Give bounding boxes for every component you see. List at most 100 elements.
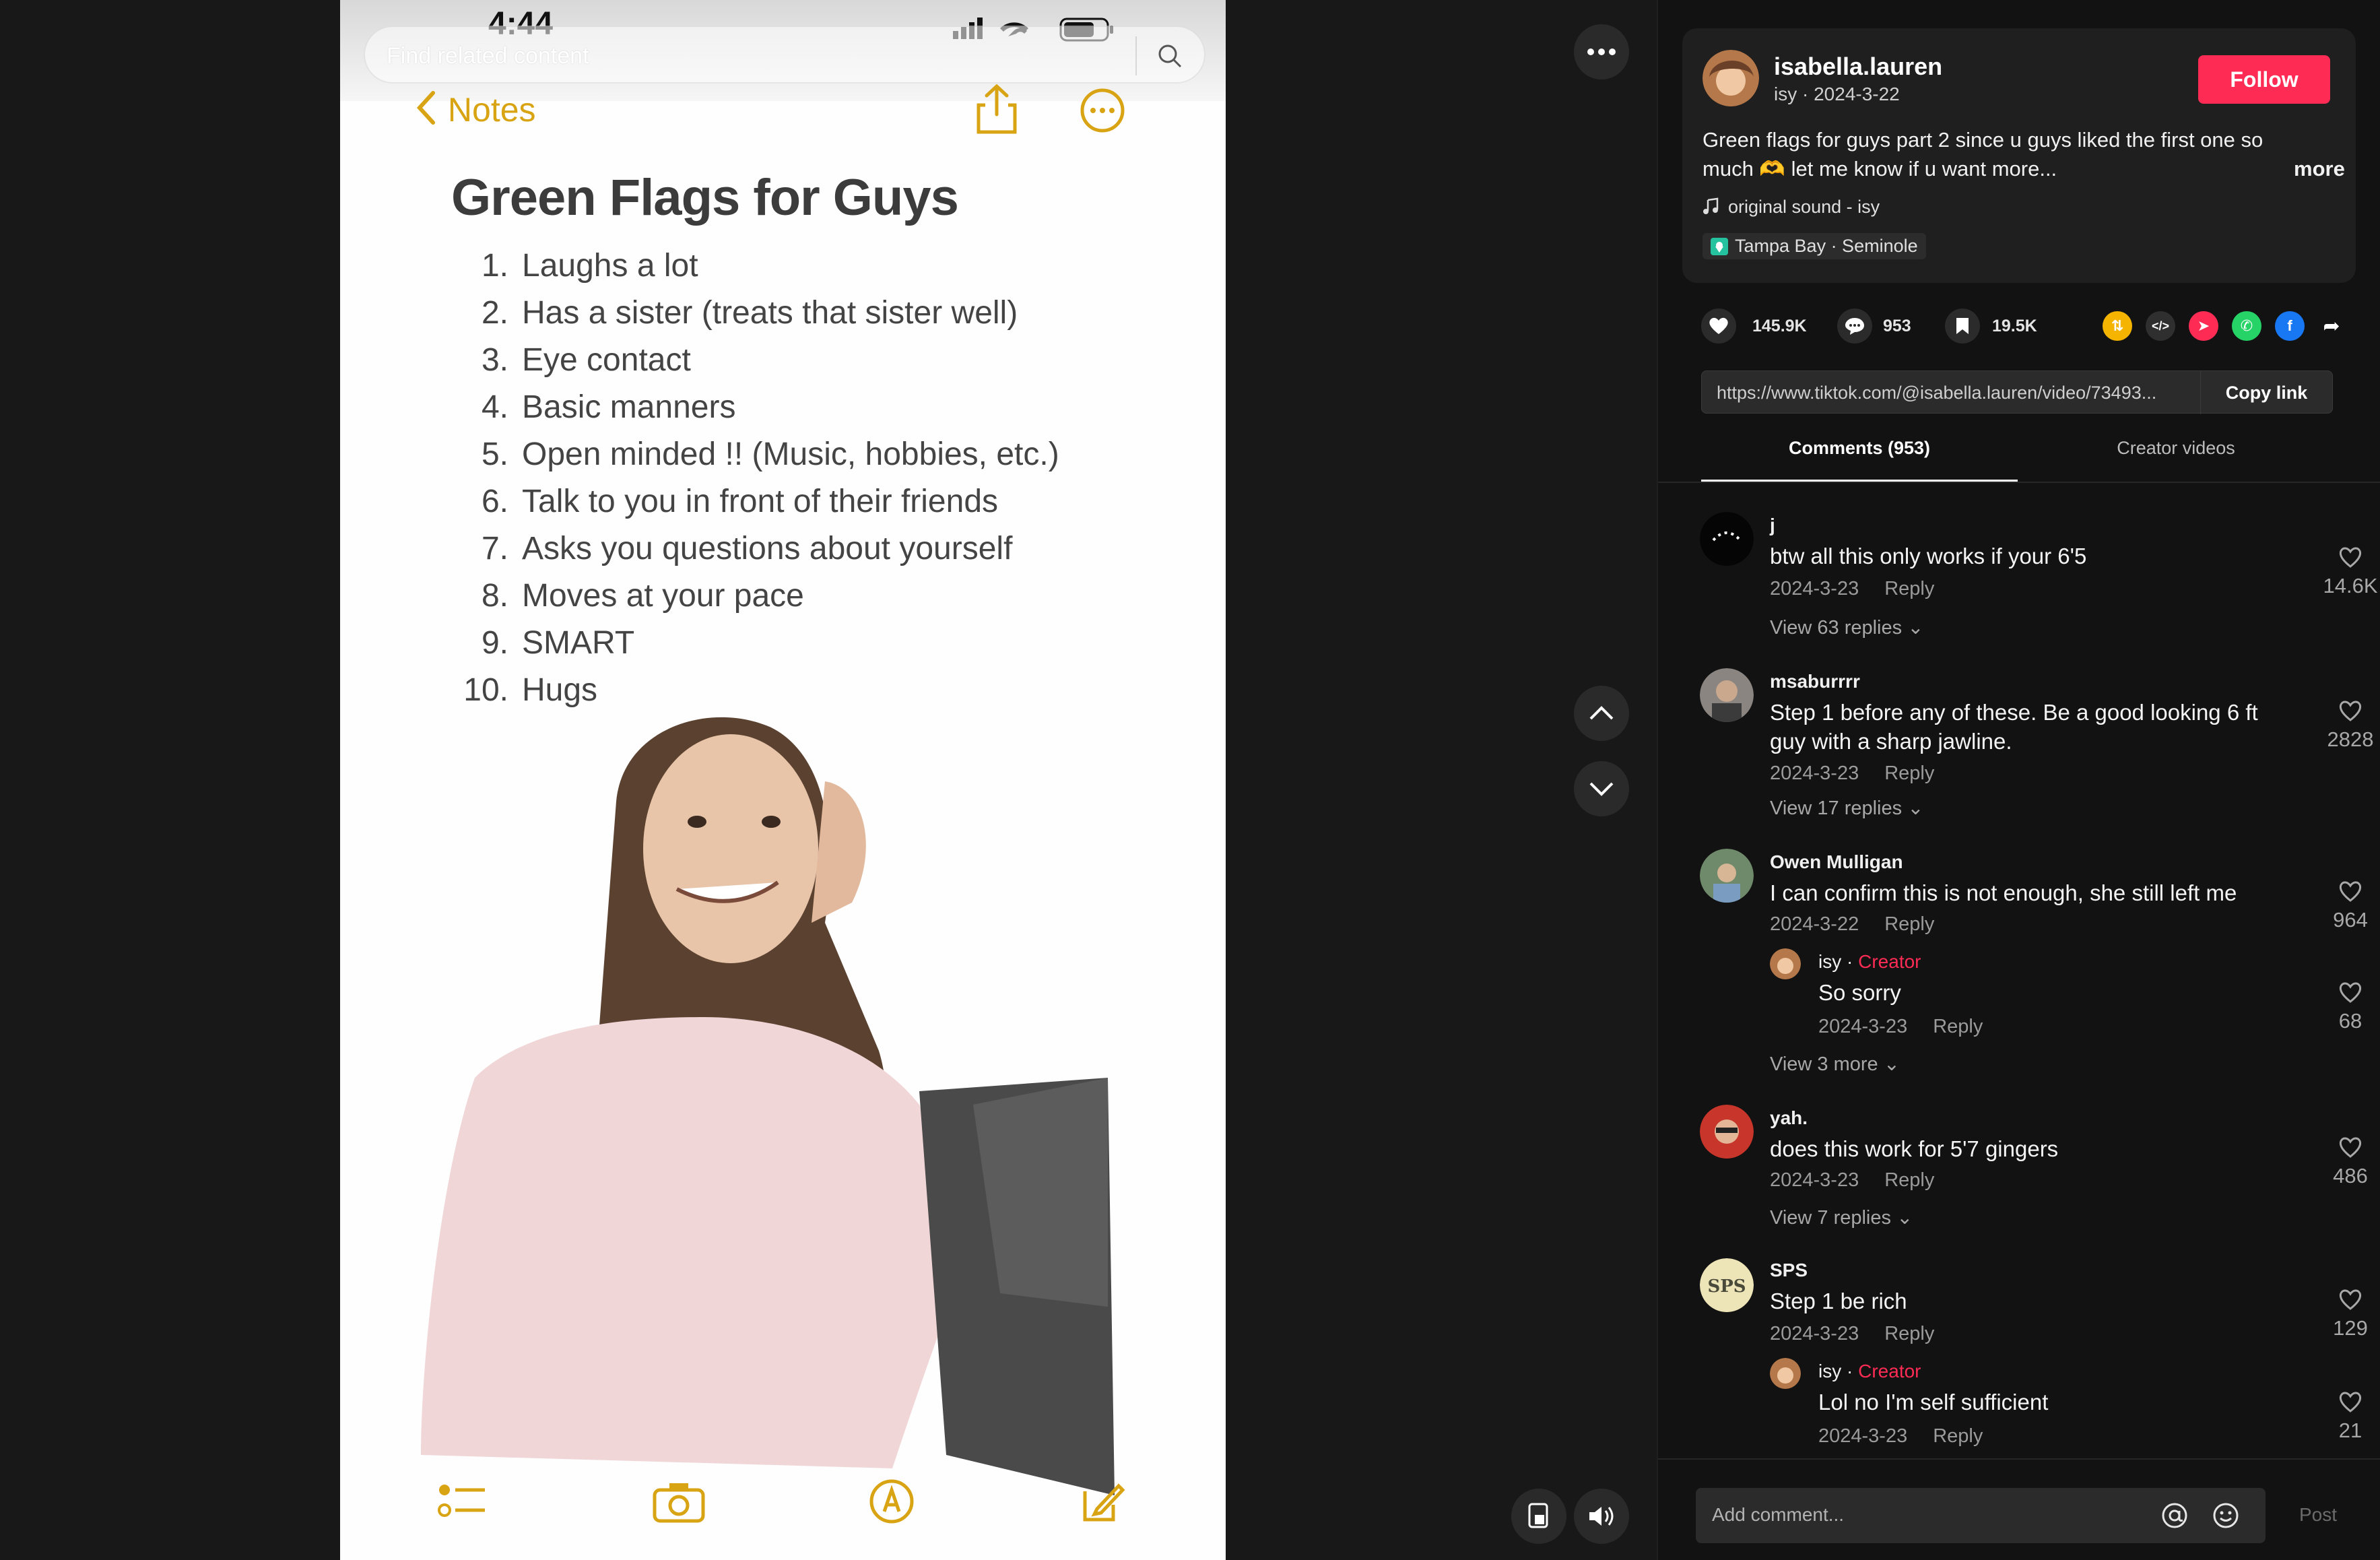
volume-icon [1589, 1507, 1614, 1526]
comment-username[interactable]: SPS [1770, 1260, 1808, 1281]
reply-button[interactable]: Reply [1933, 1016, 1983, 1037]
comment-meta: 2024-3-22 Reply [1770, 913, 1934, 936]
tab-comments[interactable]: Comments (953) [1701, 438, 2018, 459]
chevron-down-icon: ⌄ [1907, 798, 1924, 819]
commenter-avatar[interactable] [1700, 1105, 1754, 1159]
reply-date: 2024-3-23 [1818, 1425, 1908, 1447]
previous-video-button[interactable] [1574, 686, 1629, 741]
reply-username[interactable]: isy · Creator [1818, 951, 1921, 973]
more-circle-icon [1080, 88, 1125, 133]
facebook-icon[interactable]: f [2275, 311, 2305, 341]
comment-like-button[interactable]: 2828 [2317, 699, 2380, 752]
embed-code-icon[interactable]: </> [2146, 311, 2175, 341]
share-arrow-icon[interactable]: ➦ [2317, 311, 2346, 341]
reply-avatar[interactable] [1770, 1358, 1801, 1389]
copy-link-button[interactable]: Copy link [2200, 371, 2332, 414]
heart-outline-icon [2317, 1390, 2380, 1419]
reply-like-count: 68 [2338, 1009, 2362, 1033]
reply-like-button[interactable]: 21 [2317, 1390, 2380, 1443]
comment-like-button[interactable]: 964 [2317, 880, 2380, 932]
video-area: 4:44 Find related content Notes Green Fl… [0, 0, 1657, 1560]
comment-username[interactable]: msaburrrr [1770, 671, 1860, 692]
creator-person-image [421, 717, 1115, 1495]
reply-meta: 2024-3-23 Reply [1818, 1016, 1983, 1038]
comment-username[interactable]: Owen Mulligan [1770, 851, 1903, 873]
tab-creator-videos[interactable]: Creator videos [2018, 438, 2334, 459]
reply-avatar[interactable] [1770, 948, 1801, 979]
markup-pen-icon [869, 1479, 914, 1524]
comment-like-count: 2828 [2327, 727, 2374, 751]
sound-link[interactable]: original sound - isy [1703, 197, 1880, 218]
author-subline: isy · 2024-3-22 [1774, 84, 1900, 104]
note-item: 8. Moves at your pace [481, 578, 804, 614]
reply-button[interactable]: Reply [1884, 1169, 1934, 1191]
view-replies-button[interactable]: View 17 replies ⌄ [1770, 796, 1924, 820]
author-avatar[interactable] [1703, 50, 1759, 106]
comment-date: 2024-3-23 [1770, 578, 1859, 599]
comment-like-button[interactable]: 486 [2317, 1136, 2380, 1188]
commenter-avatar[interactable]: SPS [1700, 1258, 1754, 1312]
video-player[interactable]: 4:44 Find related content Notes Green Fl… [340, 0, 1226, 1560]
post-comment-button[interactable]: Post [2299, 1504, 2337, 1526]
comment-input[interactable]: Add comment... [1696, 1488, 2266, 1543]
commenter-avatar[interactable] [1700, 849, 1754, 903]
video-link-box: https://www.tiktok.com/@isabella.lauren/… [1701, 370, 2333, 414]
location-label: Tampa Bay · Seminole [1735, 236, 1918, 256]
chevron-down-icon [1589, 782, 1614, 796]
comment-like-button[interactable]: 129 [2317, 1288, 2380, 1340]
reply-button[interactable]: Reply [1884, 913, 1934, 935]
send-to-friends-icon[interactable]: ➤ [2189, 311, 2218, 341]
reply-button[interactable]: Reply [1884, 578, 1934, 599]
notes-back-link: Notes [414, 89, 536, 129]
volume-button[interactable] [1574, 1489, 1629, 1544]
search-input[interactable]: Find related content [364, 26, 1205, 84]
floating-player-button[interactable] [1511, 1489, 1566, 1544]
like-count: 145.9K [1752, 317, 1807, 335]
heart-outline-icon [2317, 880, 2380, 908]
view-replies-button[interactable]: View 63 replies ⌄ [1770, 616, 1924, 639]
reply-date: 2024-3-23 [1818, 1016, 1908, 1037]
note-item: 7. Asks you questions about yourself [481, 531, 1013, 566]
chevron-down-icon: ⌄ [1896, 1207, 1913, 1229]
whatsapp-icon[interactable]: ✆ [2232, 311, 2261, 341]
more-options-button[interactable] [1574, 24, 1629, 79]
comment-like-count: 14.6K [2323, 574, 2378, 597]
author-username[interactable]: isabella.lauren [1774, 53, 1942, 81]
reply-button[interactable]: Reply [1884, 1323, 1934, 1344]
like-stat[interactable] [1701, 308, 1736, 344]
chevron-down-icon: ⌄ [1883, 1053, 1900, 1075]
description-more-link[interactable]: more [2294, 154, 2345, 183]
comment-username[interactable]: j [1770, 515, 1775, 536]
follow-button[interactable]: Follow [2198, 55, 2330, 104]
note-item: 6. Talk to you in front of their friends [481, 484, 999, 519]
comment-like-count: 486 [2333, 1164, 2368, 1188]
save-stat[interactable] [1945, 308, 1980, 344]
repost-icon[interactable]: ⇅ [2103, 311, 2132, 341]
view-more-button[interactable]: View 3 more ⌄ [1770, 1052, 1900, 1076]
location-tag[interactable]: Tampa Bay · Seminole [1703, 233, 1926, 259]
note-item: 2. Has a sister (treats that sister well) [481, 295, 1018, 331]
search-divider [1135, 36, 1137, 75]
comment-like-button[interactable]: 14.6K [2317, 546, 2380, 598]
heart-outline-icon [2317, 1136, 2380, 1164]
emoji-icon[interactable] [2212, 1501, 2240, 1530]
view-replies-button[interactable]: View 7 replies ⌄ [1770, 1206, 1913, 1229]
comment-like-count: 129 [2333, 1316, 2368, 1340]
reply-like-button[interactable]: 68 [2317, 981, 2380, 1033]
search-icon[interactable] [1156, 42, 1184, 70]
commenter-avatar[interactable] [1700, 668, 1754, 722]
comment-count: 953 [1883, 317, 1911, 335]
mention-icon[interactable] [2160, 1501, 2189, 1530]
commenter-avatar[interactable] [1700, 512, 1754, 566]
comment-stat[interactable] [1837, 308, 1872, 344]
reply-username[interactable]: isy · Creator [1818, 1361, 1921, 1382]
note-item: 3. Eye contact [481, 342, 691, 378]
next-video-button[interactable] [1574, 761, 1629, 816]
comment-like-count: 964 [2333, 908, 2368, 932]
reply-button[interactable]: Reply [1933, 1425, 1983, 1447]
video-url[interactable]: https://www.tiktok.com/@isabella.lauren/… [1717, 383, 2202, 403]
comment-date: 2024-3-23 [1770, 762, 1859, 784]
reply-button[interactable]: Reply [1884, 762, 1934, 784]
comment-meta: 2024-3-23 Reply [1770, 762, 1934, 785]
comment-username[interactable]: yah. [1770, 1107, 1808, 1129]
